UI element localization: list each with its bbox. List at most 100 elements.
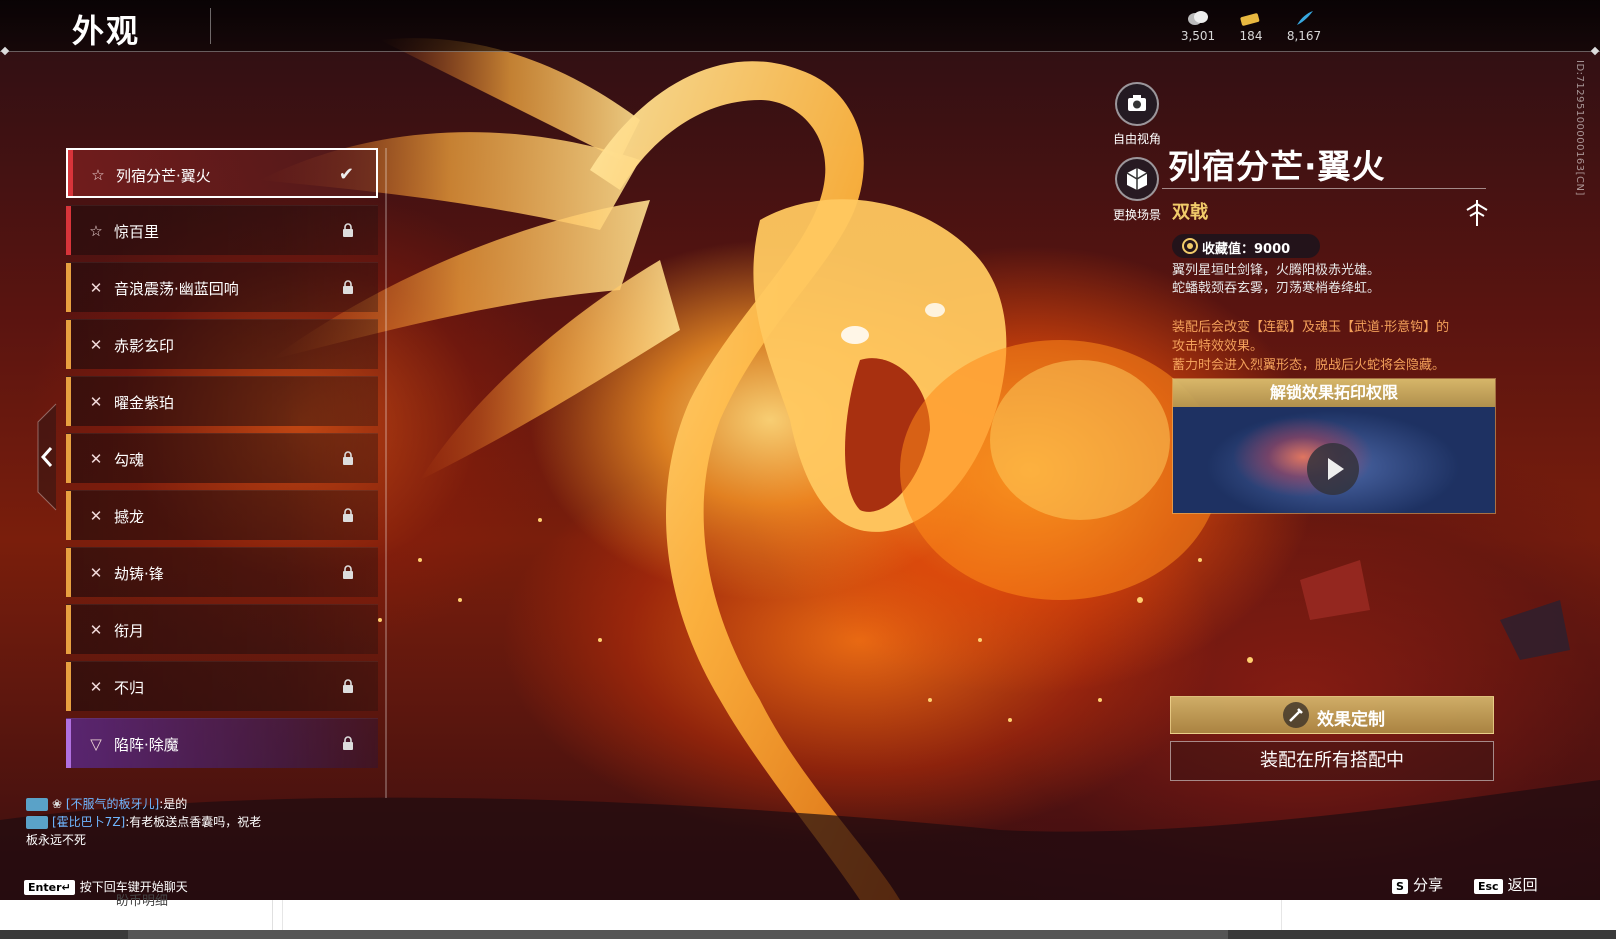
description-line: 翼列星垣吐剑锋，火腾阳极赤光雄。 <box>1172 263 1381 278</box>
divider <box>272 900 273 930</box>
chat-text: 板永远不死 <box>26 833 87 847</box>
top-bar-divider <box>0 51 1600 52</box>
skin-list-item[interactable]: ✕ 曜金紫珀 <box>66 376 378 426</box>
checkmark-icon: ✔ <box>338 164 354 185</box>
skin-list-item[interactable]: ✕ 衔月 <box>66 604 378 654</box>
collection-icon <box>1182 238 1198 254</box>
cross-icon: ✕ <box>89 279 103 297</box>
cube-icon <box>1126 168 1148 190</box>
wrench-icon <box>1283 702 1309 728</box>
skin-list-item-label: 劫铸·锋 <box>114 565 164 583</box>
chat-sender[interactable]: [不服气的板牙儿] <box>66 797 159 811</box>
effect-customize-button[interactable]: 效果定制 <box>1170 696 1494 734</box>
scrollbar-thumb[interactable] <box>128 930 1228 939</box>
effect-line: 蓄力时会进入烈翼形态，脱战后火蛇将会隐藏。 <box>1172 358 1446 373</box>
skin-list-item-label: 撼龙 <box>114 508 145 526</box>
cross-icon: ✕ <box>89 678 103 696</box>
skin-list-item-label: 勾魂 <box>114 451 145 469</box>
chat-message: [霍比巴卜7Z]:有老板送点香囊吗，祝老 <box>26 813 296 831</box>
skin-name-underline <box>1162 188 1486 189</box>
free-view-button[interactable] <box>1115 82 1159 126</box>
weapon-type-icon <box>1466 200 1488 226</box>
game-viewport: 外观 3,501 184 8,167 ID:71295100000163[CN]… <box>0 0 1600 900</box>
skin-list-item[interactable]: ✕ 不归 <box>66 661 378 711</box>
skin-list-item[interactable]: ✕ 赤影玄印 <box>66 319 378 369</box>
play-icon[interactable] <box>1307 443 1359 495</box>
rarity-bar <box>66 605 71 654</box>
chat-message: ❀ [不服气的板牙儿]:是的 <box>26 795 296 813</box>
unlock-effect-card[interactable]: 解锁效果拓印权限 <box>1172 378 1496 514</box>
currency-coin: 3,501 <box>1168 10 1228 43</box>
back-button[interactable]: Esc 返回 <box>1474 874 1538 895</box>
chat-message-cont: 板永远不死 <box>26 831 296 849</box>
channel-badge <box>26 798 48 811</box>
change-scene-button[interactable] <box>1115 157 1159 201</box>
effect-line: 攻击特效效果。 <box>1172 339 1264 354</box>
coin-icon <box>1188 11 1208 25</box>
chat-text: :是的 <box>159 797 188 811</box>
skin-name: 列宿分芒·翼火 <box>1168 147 1386 186</box>
rarity-bar <box>66 662 71 711</box>
chat-sender[interactable]: [霍比巴卜7Z] <box>52 815 125 829</box>
currency-ticket: 184 <box>1221 10 1281 43</box>
skin-effect-text: 装配后会改变【连戳】及魂玉【武道·形意钩】的 攻击特效效果。 蓄力时会进入烈翼形… <box>1172 318 1502 375</box>
share-key: S <box>1392 879 1408 894</box>
rarity-bar <box>66 377 71 426</box>
horizontal-scrollbar[interactable] <box>0 930 1616 939</box>
title-separator <box>210 8 211 44</box>
lock-icon <box>343 451 353 465</box>
back-label: 返回 <box>1507 876 1538 894</box>
skin-list-item[interactable]: ✕ 劫铸·锋 <box>66 547 378 597</box>
collapse-arrow-icon[interactable] <box>34 402 58 512</box>
weapon-type: 双戟 <box>1172 202 1208 223</box>
lock-icon <box>343 736 353 750</box>
back-key: Esc <box>1474 879 1503 894</box>
change-scene-label: 更换场景 <box>1112 208 1161 222</box>
lock-icon <box>343 565 353 579</box>
channel-badge <box>26 816 48 829</box>
collection-value-badge: 收藏值：9000 <box>1172 234 1320 258</box>
purple-emblem-icon: ▽ <box>90 735 102 753</box>
equip-all-button[interactable]: 装配在所有搭配中 <box>1170 741 1494 781</box>
star-icon: ☆ <box>89 222 103 240</box>
skin-description: 翼列星垣吐剑锋，火腾阳极赤光雄。 蛇蟠戟颈吞玄雾，刃荡寒梢卷绛虹。 <box>1172 262 1492 298</box>
coin-detail-link[interactable]: 盼币明细 <box>116 890 168 909</box>
cross-icon: ✕ <box>89 393 103 411</box>
skin-list-item-label: 惊百里 <box>114 223 160 241</box>
currency-feather: 8,167 <box>1274 10 1334 43</box>
currency-value: 3,501 <box>1180 29 1216 43</box>
cross-icon: ✕ <box>89 450 103 468</box>
cross-icon: ✕ <box>89 336 103 354</box>
skin-list-item[interactable]: ☆ 惊百里 <box>66 205 378 255</box>
rarity-bar <box>66 206 71 255</box>
skin-list-item[interactable]: ✕ 音浪震荡·幽蓝回响 <box>66 262 378 312</box>
effect-line: 装配后会改变【连戳】及魂玉【武道·形意钩】的 <box>1172 320 1450 335</box>
rarity-bar <box>66 491 71 540</box>
ticket-icon <box>1240 13 1260 26</box>
share-label: 分享 <box>1412 876 1443 894</box>
effect-customize-label: 效果定制 <box>1317 710 1385 730</box>
star-icon: ☆ <box>91 166 105 184</box>
camera-icon <box>1128 95 1146 111</box>
currency-value: 184 <box>1239 29 1263 43</box>
skin-list-item[interactable]: ▽ 陷阵·除魔 <box>66 718 378 768</box>
effect-preview-video[interactable] <box>1173 407 1495 513</box>
skin-list-item-label: 曜金紫珀 <box>114 394 175 412</box>
top-bar <box>0 0 1600 52</box>
free-view-label: 自由视角 <box>1112 132 1161 146</box>
skin-list-item[interactable]: ✕ 撼龙 <box>66 490 378 540</box>
enter-key: Enter↵ <box>24 880 75 895</box>
rarity-bar <box>68 150 73 196</box>
skin-list-scrollbar[interactable] <box>385 148 387 798</box>
player-id: ID:71295100000163[CN] <box>1574 60 1585 196</box>
skin-list-item-label: 衔月 <box>114 622 145 640</box>
skin-list-item-label: 不归 <box>114 679 145 697</box>
lock-icon <box>343 508 353 522</box>
skin-list-item-label: 列宿分芒·翼火 <box>116 167 211 185</box>
lock-icon <box>343 679 353 693</box>
share-button[interactable]: S 分享 <box>1392 874 1443 895</box>
skin-list-item[interactable]: ✕ 勾魂 <box>66 433 378 483</box>
skin-list-item[interactable]: ☆ 列宿分芒·翼火 ✔ <box>66 148 378 198</box>
unlock-effect-title: 解锁效果拓印权限 <box>1173 379 1495 407</box>
content-panel <box>282 900 1282 930</box>
